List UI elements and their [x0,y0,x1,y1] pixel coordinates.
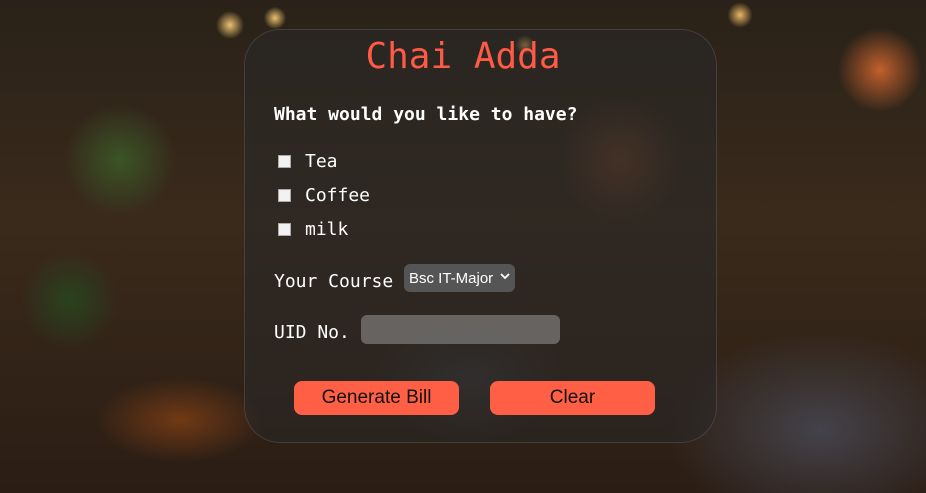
course-select[interactable]: Bsc IT-Major [404,264,515,292]
chevron-down-icon [500,273,510,280]
course-selected-value: Bsc IT-Major [409,269,494,287]
milk-checkbox[interactable] [278,223,291,236]
option-milk[interactable]: milk [278,219,348,240]
app-title: Chai Adda [365,36,561,77]
uid-input[interactable] [361,315,560,344]
milk-label: milk [305,219,349,240]
generate-bill-button[interactable]: Generate Bill [294,381,459,415]
tea-label: Tea [305,151,338,172]
tea-checkbox[interactable] [278,155,291,168]
course-label: Your Course [274,271,394,292]
coffee-label: Coffee [305,185,371,206]
question-heading: What would you like to have? [274,104,578,125]
option-tea[interactable]: Tea [278,151,338,172]
clear-button[interactable]: Clear [490,381,655,415]
uid-label: UID No. [274,322,350,343]
option-coffee[interactable]: Coffee [278,185,370,206]
coffee-checkbox[interactable] [278,189,291,202]
